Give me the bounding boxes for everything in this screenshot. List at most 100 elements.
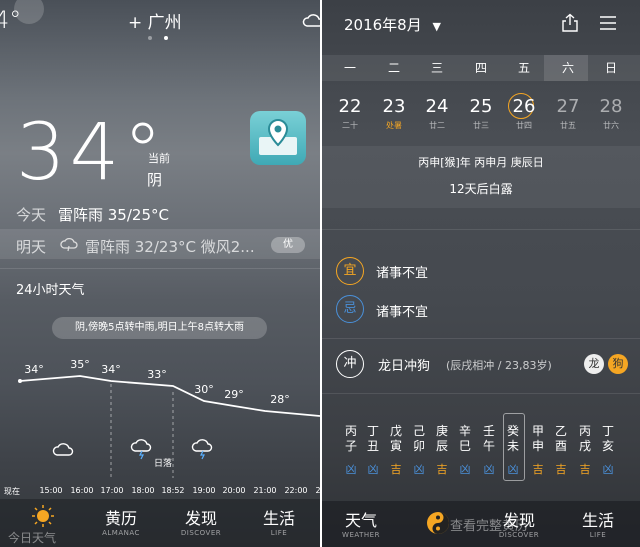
- yin-yang-icon[interactable]: [426, 511, 450, 535]
- tomorrow-forecast: 雷阵雨 32/23°C 微风2...: [85, 238, 255, 256]
- hour-time-label: 现在: [4, 487, 20, 496]
- solar-term-text: 12天后白露: [449, 182, 513, 196]
- tab-life[interactable]: 生活 LIFE: [563, 507, 633, 539]
- weekday-label: 五: [517, 61, 530, 75]
- tab-today-label: 今日天气: [8, 531, 57, 545]
- hour-temp-label: 28°: [270, 393, 290, 406]
- hour-luck: 吉: [555, 463, 567, 476]
- calendar-day-lunar: 廿六: [603, 121, 619, 130]
- hour-ganzhi-branch: 寅: [389, 439, 402, 453]
- hour-ganzhi-stem: 丙: [578, 424, 591, 438]
- share-icon[interactable]: [560, 13, 580, 33]
- calendar-day[interactable]: 23: [372, 96, 416, 117]
- tab-weather-label: 天气: [344, 511, 377, 530]
- tab-life-label: 生活: [581, 511, 614, 530]
- page-dot-active[interactable]: [164, 36, 168, 40]
- divider: [322, 229, 640, 230]
- tab-discover-sub: DISCOVER: [180, 529, 222, 537]
- bottom-tabbar: 天气 WEATHER 查看完整黄历 发现 DISCOVER 生活 LIFE: [322, 501, 640, 547]
- almanac-panel: 2016年8月 ▼ 丙申[猴]年 丙申月 庚辰日 12天后白露 宜 诸事不宜 忌…: [322, 0, 640, 547]
- page-dot[interactable]: [148, 36, 152, 40]
- hour-luck: 凶: [367, 463, 379, 476]
- hour-ganzhi-stem: 丙: [344, 424, 357, 438]
- hour-ganzhi-branch: 午: [482, 439, 495, 453]
- sun-icon: [32, 505, 54, 527]
- today-label: 今天: [16, 206, 47, 224]
- hour-time-label: 21:00: [253, 486, 277, 495]
- month-selector[interactable]: 2016年8月 ▼: [344, 14, 441, 35]
- map-app-icon[interactable]: [250, 111, 306, 165]
- hour-temp-label: 34°: [101, 363, 121, 376]
- divider: [0, 268, 320, 269]
- hourly-title: 24小时天气: [16, 283, 85, 298]
- dragon-badge: 龙: [584, 354, 604, 374]
- tab-almanac-label: 黄历: [104, 509, 137, 528]
- aqi-badge[interactable]: 优: [271, 237, 305, 253]
- tab-discover-label: 发现: [502, 511, 535, 530]
- weekday-label: 四: [474, 61, 487, 75]
- hour-time-label: 18:52: [161, 486, 185, 495]
- hour-ganzhi-stem: 丁: [601, 424, 614, 438]
- hour-ganzhi-stem: 乙: [554, 424, 567, 438]
- current-label: 当前: [148, 152, 170, 165]
- hour-ganzhi-stem: 戊: [389, 424, 402, 438]
- tab-weather[interactable]: 天气 WEATHER: [326, 507, 396, 539]
- ganzhi-text: 丙申[猴]年 丙申月 庚辰日: [418, 156, 544, 169]
- calendar-day[interactable]: 24: [415, 96, 459, 117]
- menu-icon[interactable]: [600, 15, 616, 31]
- tab-life-sub: LIFE: [589, 531, 607, 539]
- hour-ganzhi-branch: 酉: [554, 439, 567, 453]
- hour-luck: 吉: [390, 463, 402, 476]
- hour-luck: 吉: [436, 463, 448, 476]
- divider: [322, 393, 640, 394]
- calendar-day[interactable]: 25: [459, 96, 503, 117]
- hour-luck: 吉: [532, 463, 544, 476]
- cloud-rain-icon: [60, 237, 80, 252]
- hour-time-label: 20:00: [222, 486, 246, 495]
- calendar-day[interactable]: 28: [589, 96, 633, 117]
- hourly-chart: 34° 35° 34° 33° 30° 29° 28° 日落: [18, 358, 320, 478]
- cloud-icon: [52, 443, 74, 456]
- hour-time-label: 2: [315, 486, 320, 495]
- tab-almanac[interactable]: 黄历 ALMANAC: [86, 505, 156, 537]
- cloud-icon: [302, 12, 320, 27]
- hour-luck: 凶: [602, 463, 614, 476]
- hour-ganzhi-branch: 戌: [578, 439, 591, 453]
- hour-ganzhi-branch: 申: [531, 439, 544, 453]
- hour-ganzhi-stem: 丁: [366, 424, 379, 438]
- calendar-day[interactable]: 22: [328, 96, 372, 117]
- bottom-tabbar: 今日天气 黄历 ALMANAC 发现 DISCOVER 生活 LIFE: [0, 499, 320, 547]
- weekday-label: 三: [430, 61, 443, 75]
- hour-luck: 凶: [507, 463, 519, 476]
- hour-luck: 凶: [345, 463, 357, 476]
- sunset-label: 日落: [154, 457, 172, 469]
- hour-time-label: 16:00: [70, 486, 94, 495]
- hour-ganzhi-stem: 庚: [435, 424, 448, 438]
- hour-time-label: 17:00: [100, 486, 124, 495]
- hour-ganzhi-stem: 甲: [531, 424, 544, 438]
- city-button[interactable]: + 广州: [128, 8, 182, 33]
- hourly-times: 现在 15:00 16:00 17:00 18:00 18:52 19:00 20:00 21:…: [0, 486, 320, 498]
- thunderstorm-icon: [130, 439, 152, 460]
- calendar-day-lunar: 二十: [342, 121, 358, 130]
- tab-almanac-sub: ALMANAC: [102, 529, 140, 537]
- today-forecast: 雷阵雨 35/25°C: [58, 206, 169, 224]
- tab-life[interactable]: 生活 LIFE: [244, 505, 314, 537]
- calendar-day-lunar: 处暑: [386, 121, 402, 130]
- ji-text: 诸事不宜: [376, 305, 429, 320]
- tab-discover[interactable]: 发现 DISCOVER: [484, 507, 554, 539]
- hour-ganzhi-branch: 未: [506, 439, 519, 453]
- ji-icon: 忌: [336, 295, 364, 323]
- hour-time-label: 18:00: [131, 486, 155, 495]
- tab-weather-sub: WEATHER: [342, 531, 380, 539]
- weekday-label: 二: [387, 61, 400, 75]
- tab-discover[interactable]: 发现 DISCOVER: [166, 505, 236, 537]
- hour-luck: 吉: [579, 463, 591, 476]
- hour-temp-label: 35°: [70, 358, 90, 371]
- map-pin-icon: [259, 118, 297, 155]
- calendar-day[interactable]: 27: [546, 96, 590, 117]
- calendar-day[interactable]: 26: [502, 96, 546, 117]
- tab-life-sub: LIFE: [270, 529, 288, 537]
- calendar-day-lunar: 廿四: [516, 121, 532, 130]
- weekday-label: 一: [343, 61, 356, 75]
